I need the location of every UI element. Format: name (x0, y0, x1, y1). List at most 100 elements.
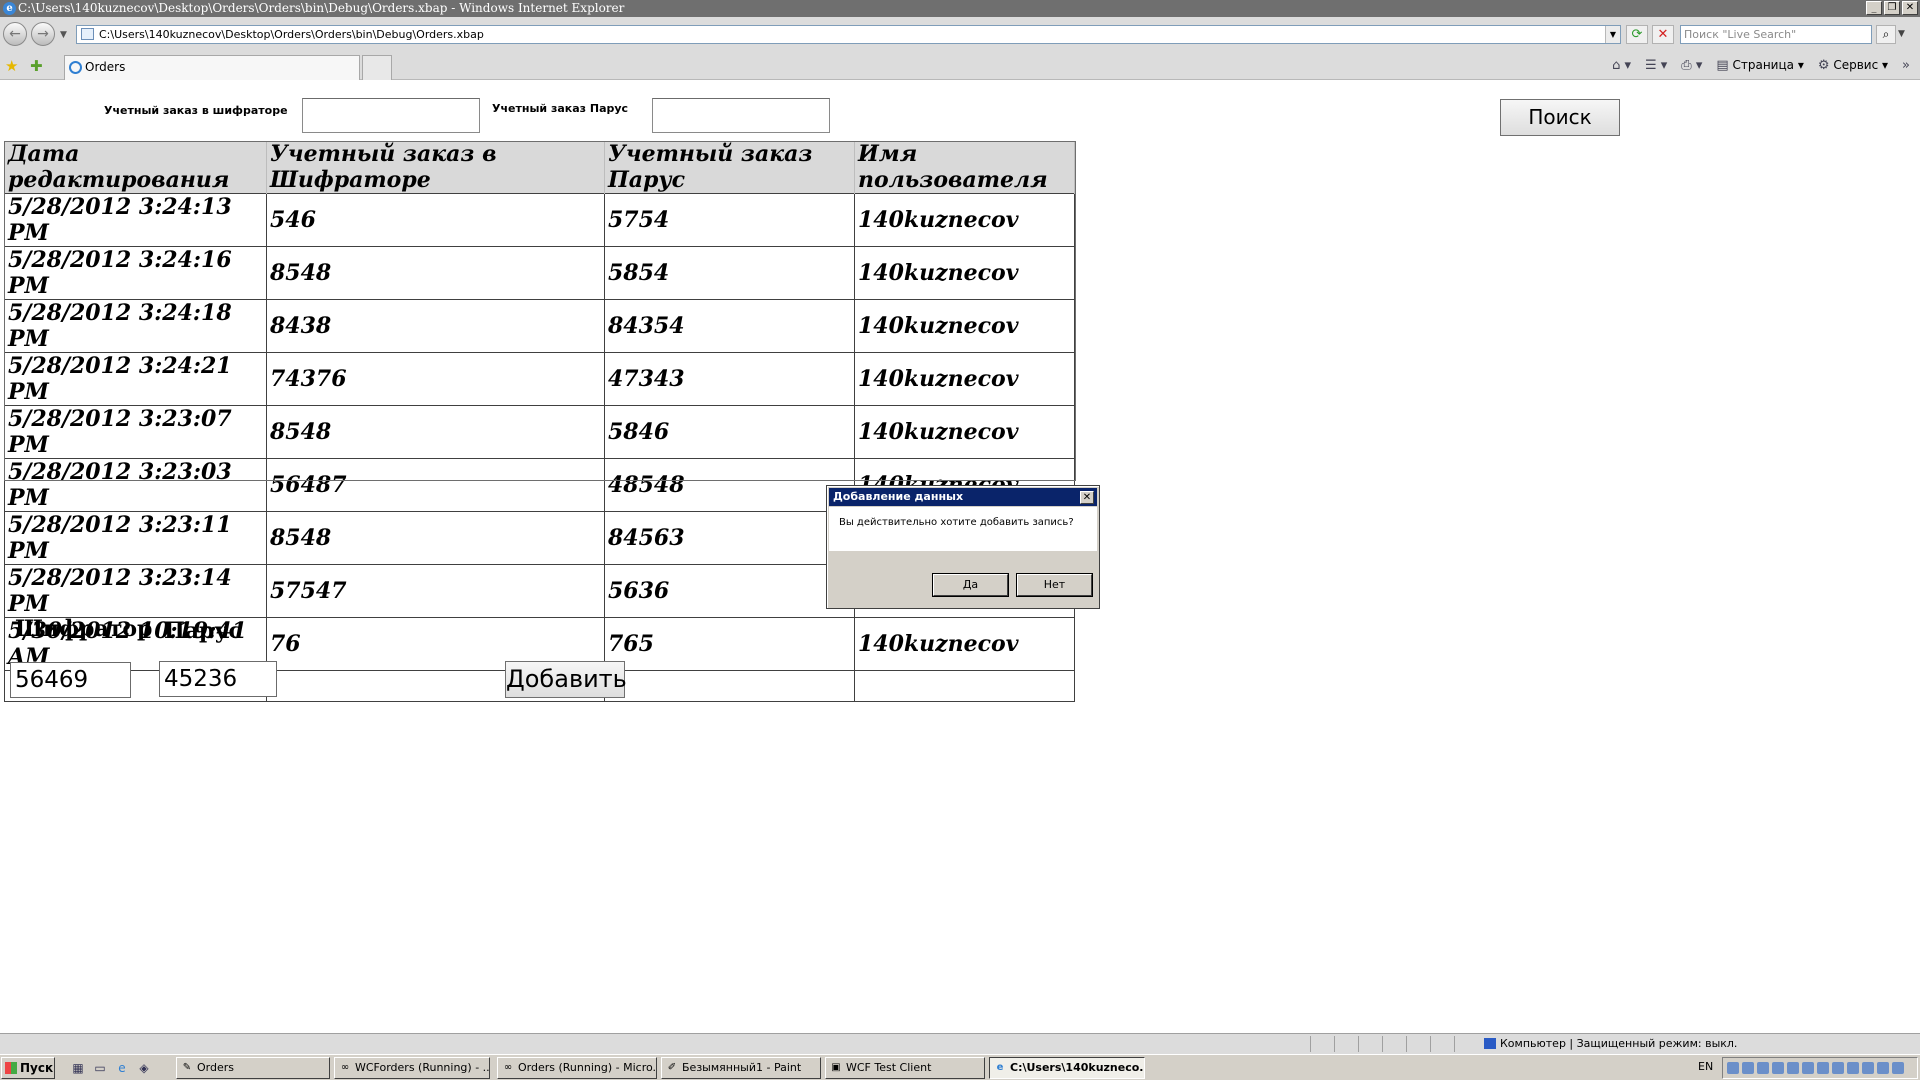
tray-icon[interactable] (1817, 1062, 1829, 1074)
stop-icon[interactable]: ✕ (1652, 25, 1674, 44)
search-button[interactable]: Поиск (1500, 99, 1620, 136)
table-row[interactable]: 5/28/2012 3:24:13 PM 546 5754 140kuzneco… (4, 193, 1075, 247)
page-menu[interactable]: ▤ Страница ▾ (1716, 58, 1803, 73)
tray-icon[interactable] (1862, 1062, 1874, 1074)
task-orders[interactable]: ✎ Orders (176, 1057, 330, 1079)
show-desktop-icon[interactable]: ▦ (70, 1060, 86, 1076)
cell-shifrator[interactable]: 57547 (266, 564, 605, 618)
service-menu[interactable]: ⚙ Сервис ▾ (1818, 58, 1888, 73)
tray-icon[interactable] (1727, 1062, 1739, 1074)
cell-parus[interactable]: 48548 (604, 458, 855, 512)
restore-button[interactable]: ❐ (1884, 1, 1900, 15)
search-dropdown-icon[interactable]: ▼ (1898, 29, 1905, 39)
cell-user[interactable]: 140kuznecov (854, 405, 1075, 459)
task-wcforders[interactable]: ∞ WCForders (Running) - ... (334, 1057, 490, 1079)
cell-parus[interactable]: 84563 (604, 511, 855, 565)
cell-user[interactable]: 140kuznecov (854, 617, 1075, 671)
table-row[interactable]: 5/28/2012 3:24:21 PM 74376 47343 140kuzn… (4, 352, 1075, 406)
cell-shifrator[interactable]: 74376 (266, 352, 605, 406)
tray-icon[interactable] (1892, 1062, 1904, 1074)
cell-shifrator[interactable]: 8548 (266, 511, 605, 565)
cell-parus[interactable]: 47343 (604, 352, 855, 406)
cell-parus[interactable]: 5754 (604, 193, 855, 247)
cell-user[interactable] (854, 670, 1075, 702)
task-paint[interactable]: ✐ Безымянный1 - Paint (661, 1057, 821, 1079)
column-header-date[interactable]: Дата редактирования (4, 141, 267, 194)
start-button[interactable]: Пуск (1, 1057, 55, 1079)
task-orders-running[interactable]: ∞ Orders (Running) - Micro... (497, 1057, 657, 1079)
table-row[interactable]: 5/28/2012 3:24:16 PM 8548 5854 140kuznec… (4, 246, 1075, 300)
language-indicator[interactable]: EN (1698, 1060, 1713, 1073)
tray-icon[interactable] (1802, 1062, 1814, 1074)
history-dropdown-icon[interactable]: ▼ (60, 30, 67, 40)
tray-icon[interactable] (1772, 1062, 1784, 1074)
shifrator-input[interactable]: 56469 (10, 662, 131, 698)
cell-date[interactable]: 5/28/2012 3:23:14 PM (4, 564, 267, 618)
forward-button[interactable]: → (31, 22, 55, 46)
dialog-close-icon[interactable]: ✕ (1080, 491, 1094, 504)
cell-date[interactable]: 5/28/2012 3:24:16 PM (4, 246, 267, 300)
new-tab-button[interactable] (362, 55, 392, 80)
parus-input[interactable]: 45236 (159, 661, 277, 697)
cell-shifrator[interactable]: 8548 (266, 405, 605, 459)
close-button[interactable]: ✕ (1902, 1, 1918, 15)
quicklaunch-icon[interactable]: ▭ (92, 1060, 108, 1076)
cell-parus[interactable] (604, 670, 855, 702)
table-row[interactable]: 5/28/2012 3:23:07 PM 8548 5846 140kuznec… (4, 405, 1075, 459)
favorites-star-icon[interactable]: ★ (5, 57, 18, 75)
dialog-titlebar[interactable]: Добавление данных ✕ (829, 488, 1097, 506)
cell-parus[interactable]: 5846 (604, 405, 855, 459)
cell-date[interactable]: 5/28/2012 3:24:18 PM (4, 299, 267, 353)
address-field[interactable]: C:\Users\140kuznecov\Desktop\Orders\Orde… (76, 25, 1621, 44)
table-row[interactable]: 5/28/2012 3:24:18 PM 8438 84354 140kuzne… (4, 299, 1075, 353)
cell-user[interactable]: 140kuznecov (854, 299, 1075, 353)
search-icon[interactable]: ⌕ (1876, 25, 1896, 44)
home-icon[interactable]: ⌂ ▾ (1612, 58, 1631, 73)
cell-date[interactable]: 5/28/2012 3:24:13 PM (4, 193, 267, 247)
task-wcf-test-client[interactable]: ▣ WCF Test Client (825, 1057, 985, 1079)
cell-parus[interactable]: 5854 (604, 246, 855, 300)
column-header-shifrator[interactable]: Учетный заказ в Шифраторе (266, 141, 605, 194)
column-header-user[interactable]: Имя пользователя (854, 141, 1075, 194)
dialog-yes-button[interactable]: Да (932, 573, 1009, 597)
cell-shifrator[interactable]: 8548 (266, 246, 605, 300)
cell-parus[interactable]: 84354 (604, 299, 855, 353)
feeds-icon[interactable]: ☰ ▾ (1645, 58, 1667, 73)
refresh-icon[interactable]: ⟳ (1626, 25, 1648, 44)
tray-icon[interactable] (1832, 1062, 1844, 1074)
search-input[interactable]: Поиск "Live Search" (1680, 25, 1872, 44)
cell-user[interactable]: 140kuznecov (854, 352, 1075, 406)
vs-quicklaunch-icon[interactable]: ◈ (136, 1060, 152, 1076)
chevron-more-icon[interactable]: » (1902, 58, 1910, 73)
cell-shifrator[interactable]: 8438 (266, 299, 605, 353)
cell-user[interactable]: 140kuznecov (854, 193, 1075, 247)
cell-date[interactable]: 5/28/2012 3:24:21 PM (4, 352, 267, 406)
cell-date[interactable]: 5/28/2012 3:23:07 PM (4, 405, 267, 459)
tray-icon[interactable] (1787, 1062, 1799, 1074)
cell-parus[interactable]: 5636 (604, 564, 855, 618)
address-dropdown-icon[interactable]: ▼ (1605, 26, 1620, 43)
ie-quicklaunch-icon[interactable]: e (114, 1060, 130, 1076)
cell-shifrator[interactable]: 56487 (266, 458, 605, 512)
dialog-no-button[interactable]: Нет (1016, 573, 1093, 597)
tray-icon[interactable] (1757, 1062, 1769, 1074)
add-button[interactable]: Добавить (505, 661, 627, 698)
cell-date[interactable]: 5/28/2012 3:23:11 PM (4, 511, 267, 565)
cell-user[interactable]: 140kuznecov (854, 246, 1075, 300)
print-icon[interactable]: ⎙ ▾ (1681, 58, 1702, 73)
tray-icon[interactable] (1847, 1062, 1859, 1074)
tray-icon[interactable] (1742, 1062, 1754, 1074)
cell-date[interactable]: 5/28/2012 3:23:03 PM (4, 458, 267, 512)
security-zone[interactable]: Компьютер | Защищенный режим: выкл. (1482, 1036, 1737, 1052)
search-shifrator-input[interactable] (302, 98, 480, 133)
column-header-parus[interactable]: Учетный заказ Парус (604, 141, 855, 194)
cell-parus[interactable]: 765 (604, 617, 855, 671)
add-favorites-icon[interactable]: ✚ (30, 57, 43, 75)
tray-icon[interactable] (1877, 1062, 1889, 1074)
task-ie-active[interactable]: e C:\Users\140kuzneco... (989, 1057, 1145, 1079)
cell-shifrator[interactable]: 546 (266, 193, 605, 247)
minimize-button[interactable]: _ (1866, 1, 1882, 15)
tab-orders[interactable]: Orders (64, 55, 360, 80)
search-parus-input[interactable] (652, 98, 830, 133)
back-button[interactable]: ← (3, 22, 27, 46)
